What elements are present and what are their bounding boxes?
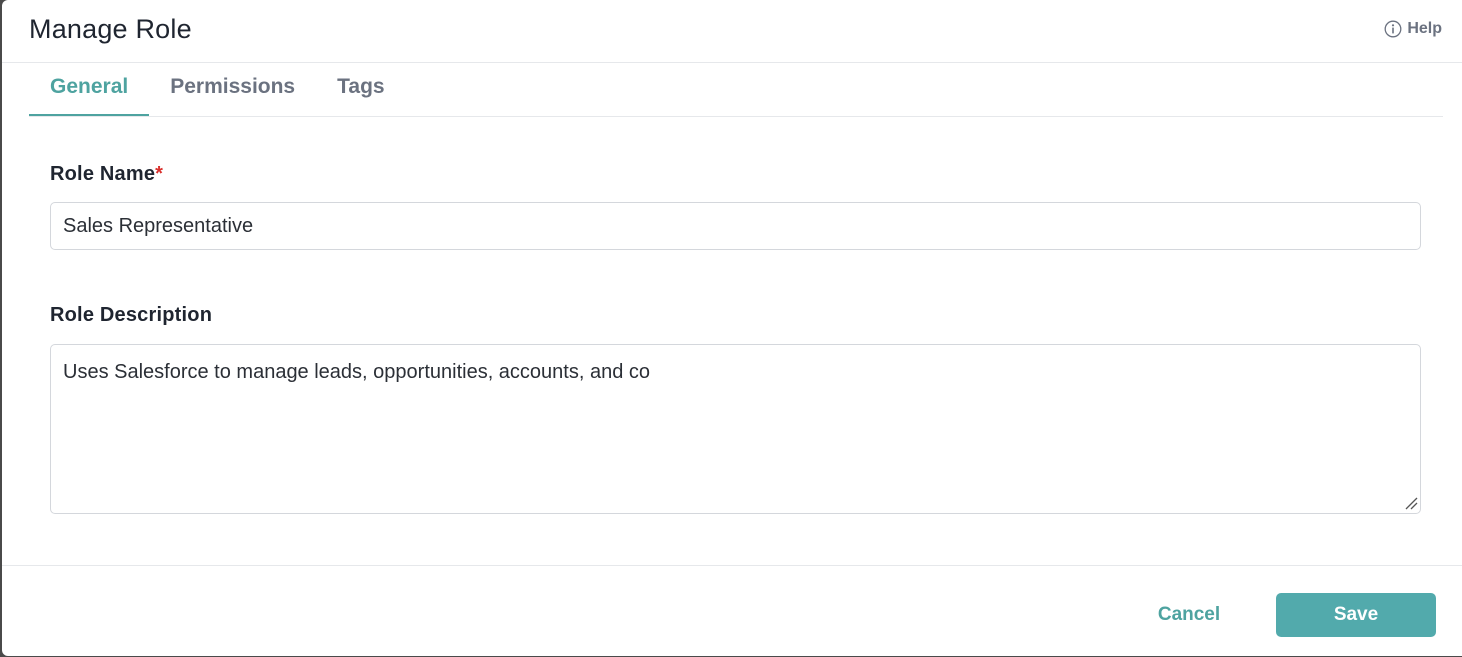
save-button[interactable]: Save: [1276, 593, 1436, 637]
resize-grip-icon[interactable]: [1404, 496, 1418, 510]
role-description-label: Role Description: [50, 304, 213, 326]
dialog-title: Manage Role: [29, 14, 192, 44]
cancel-button[interactable]: Cancel: [1142, 593, 1236, 637]
tab-permissions[interactable]: Permissions: [149, 63, 316, 116]
help-link[interactable]: Help: [1384, 20, 1442, 38]
role-name-label-text: Role Name: [50, 163, 156, 185]
info-circle-icon: [1384, 20, 1402, 38]
dialog-header: Manage Role Help: [2, 0, 1462, 63]
role-name-input[interactable]: [50, 202, 1421, 250]
manage-role-dialog: Manage Role Help General Permissions Tag…: [2, 0, 1462, 656]
role-description-textarea[interactable]: Uses Salesforce to manage leads, opportu…: [50, 344, 1421, 514]
tab-general[interactable]: General: [29, 63, 150, 116]
dialog-footer: Cancel Save: [2, 565, 1462, 657]
role-name-label: Role Name*: [50, 163, 163, 186]
tab-tags[interactable]: Tags: [316, 63, 405, 116]
help-label: Help: [1407, 20, 1442, 37]
required-marker: *: [155, 163, 164, 185]
tab-bar: General Permissions Tags: [29, 63, 1443, 117]
